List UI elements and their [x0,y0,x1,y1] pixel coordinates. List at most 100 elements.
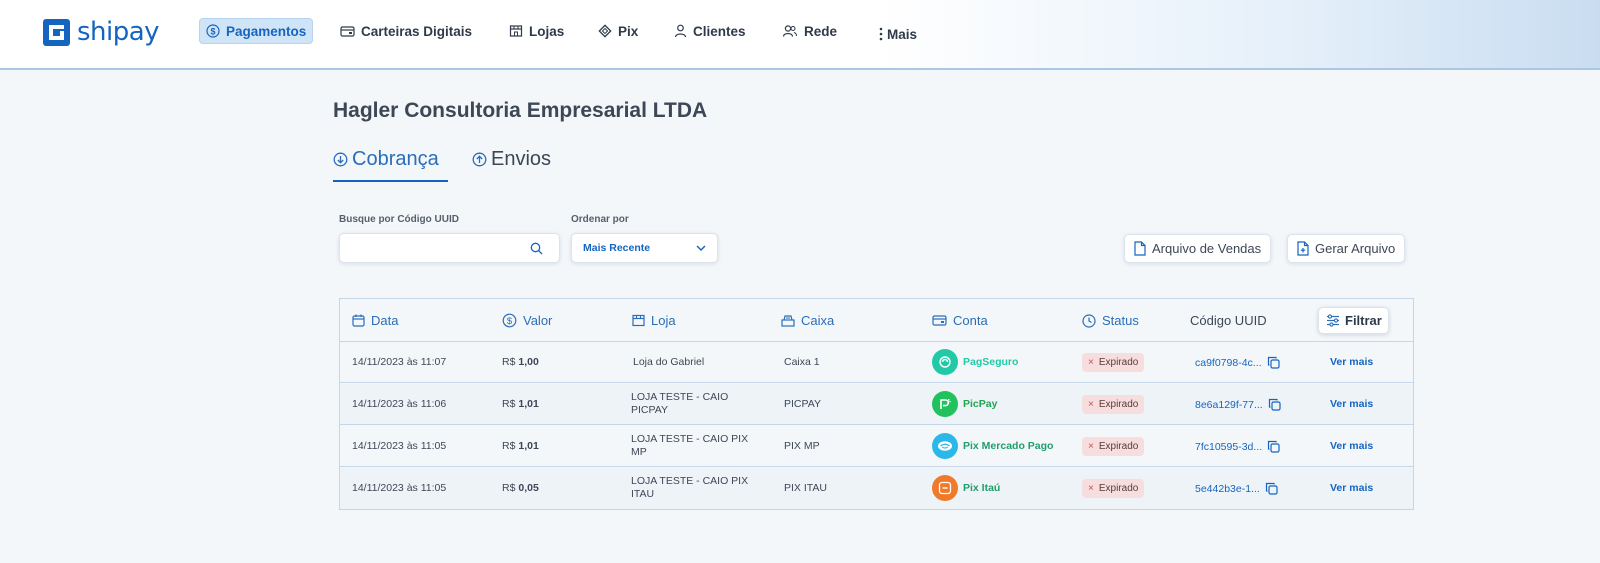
header-label: Data [371,313,399,328]
column-header-account[interactable]: Conta [932,313,988,328]
search-label: Busque por Código UUID [339,214,459,225]
store-icon [632,314,645,327]
svg-text:$: $ [507,316,513,327]
copy-icon[interactable] [1267,440,1280,453]
tab-cobranca[interactable]: Cobrança [333,148,439,171]
cell-register: PIX ITAU [784,482,827,494]
order-label: Ordenar por [571,214,629,225]
order-select-value: Mais Recente [583,242,651,254]
wallet-icon [340,25,355,37]
uuid-search-input[interactable] [348,234,528,262]
cell-register: PICPAY [784,398,821,410]
table-row[interactable]: 14/11/2023 às 11:05 R$ 0,05 LOJA TESTE -… [340,468,1413,509]
nav-label: Rede [804,23,838,39]
see-more-link[interactable]: Ver mais [1330,440,1373,452]
clock-icon [1082,313,1096,328]
search-field[interactable] [339,233,560,263]
arrow-up-circle-icon [472,152,487,167]
column-header-store[interactable]: Loja [632,313,676,328]
itau-logo-icon [932,475,958,501]
see-more-link[interactable]: Ver mais [1330,356,1373,368]
table-header: Data $ Valor Loja Caixa Conta Status Cód… [340,299,1413,342]
nav-label: Lojas [529,23,565,39]
cell-date: 14/11/2023 às 11:05 [352,482,447,494]
cell-uuid: 7fc10595-3d... [1195,440,1280,453]
nav-item-lojas[interactable]: Lojas [503,18,570,44]
account-name: PagSeguro [963,356,1019,368]
cell-date: 14/11/2023 às 11:06 [352,398,447,410]
store-icon [509,25,523,37]
nav-item-rede[interactable]: Rede [776,18,843,44]
button-label: Arquivo de Vendas [1152,241,1262,256]
close-icon: × [1088,399,1094,410]
search-icon[interactable] [530,242,543,255]
header-label: Código UUID [1190,313,1267,328]
order-select[interactable]: Mais Recente [571,233,718,263]
mercado-pago-logo-icon [932,433,958,459]
table-row[interactable]: 14/11/2023 às 11:05 R$ 1,01 LOJA TESTE -… [340,426,1413,467]
nav-label: Pagamentos [226,23,307,39]
nav-item-mais[interactable]: Mais [873,21,923,47]
table-row[interactable]: 14/11/2023 às 11:06 R$ 1,01 LOJA TESTE -… [340,384,1413,425]
nav-label: Clientes [693,23,746,39]
cell-store: Loja do Gabriel [633,356,705,368]
column-header-status[interactable]: Status [1082,313,1139,328]
see-more-link[interactable]: Ver mais [1330,398,1373,410]
cell-uuid: 8e6a129f-77... [1195,398,1281,411]
nav-item-pix[interactable]: Pix [592,18,644,44]
copy-icon[interactable] [1268,398,1281,411]
calendar-icon [352,314,365,327]
column-header-register[interactable]: Caixa [781,313,834,328]
see-more-link[interactable]: Ver mais [1330,482,1373,494]
generate-file-button[interactable]: Gerar Arquivo [1287,234,1406,263]
nav-item-clientes[interactable]: Clientes [668,18,752,44]
cell-register: PIX MP [784,440,820,452]
tab-envios[interactable]: Envios [472,148,551,171]
logo-mark-icon [43,18,70,46]
nav-label: Pix [618,23,639,39]
button-label: Gerar Arquivo [1315,241,1396,256]
copy-icon[interactable] [1267,356,1280,369]
close-icon: × [1088,483,1094,494]
filter-button[interactable]: Filtrar [1318,307,1389,334]
close-icon: × [1088,441,1094,452]
cell-account: PicPay [932,391,997,417]
header-label: Conta [953,313,988,328]
nav-item-carteiras[interactable]: Carteiras Digitais [334,18,478,44]
cell-uuid: ca9f0798-4c... [1195,356,1280,369]
dollar-circle-icon: $ [206,24,220,38]
cell-store: LOJA TESTE - CAIO PIX ITAU [631,475,749,500]
header-label: Caixa [801,313,835,328]
cash-register-icon [781,315,795,327]
copy-icon[interactable] [1265,482,1278,495]
users-icon [782,25,797,37]
column-header-date[interactable]: Data [352,313,398,328]
shipay-logo[interactable]: shipay [43,17,160,47]
nav-item-pagamentos[interactable]: $ Pagamentos [199,18,314,44]
nav-label: Carteiras Digitais [361,23,473,39]
more-vertical-icon [879,27,883,41]
pagseguro-logo-icon [932,349,958,375]
cell-account: PagSeguro [932,349,1018,375]
sliders-icon [1327,314,1339,327]
header-label: Loja [651,313,676,328]
status-badge: × Expirado [1082,353,1145,372]
tab-label: Envios [491,148,552,170]
cell-date: 14/11/2023 às 11:05 [352,440,447,452]
cell-register: Caixa 1 [784,356,820,368]
column-header-uuid[interactable]: Código UUID [1190,313,1267,328]
top-header: shipay $ Pagamentos Carteiras Digitais L… [0,0,1600,70]
cell-account: Pix Mercado Pago [932,433,1053,459]
status-badge: × Expirado [1082,479,1145,498]
nav-label: Mais [887,26,918,42]
sales-file-button[interactable]: Arquivo de Vendas [1124,234,1272,263]
filter-label: Filtrar [1345,313,1382,328]
status-badge: × Expirado [1082,395,1145,414]
dollar-circle-icon: $ [502,313,517,328]
table-row[interactable]: 14/11/2023 às 11:07 R$ 1,00 Loja do Gabr… [340,342,1413,383]
cell-value: R$ 1,01 [502,440,539,452]
column-header-value[interactable]: $ Valor [502,313,552,328]
close-icon: × [1088,357,1094,368]
wallet-icon [932,315,947,326]
cell-account: Pix Itaú [932,475,1000,501]
